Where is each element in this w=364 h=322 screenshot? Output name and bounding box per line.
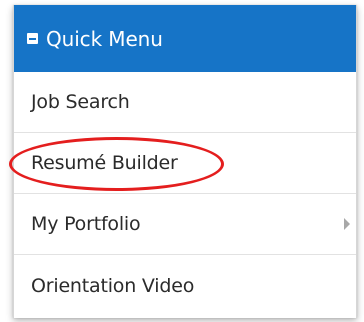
chevron-right-icon[interactable] — [344, 218, 350, 230]
quick-menu: Quick Menu Job Search Resumé Builder My … — [13, 5, 357, 318]
menu-item-label: Orientation Video — [31, 275, 195, 297]
menu-item-job-search[interactable]: Job Search — [14, 72, 356, 133]
quick-menu-title: Quick Menu — [46, 26, 163, 51]
menu-item-my-portfolio[interactable]: My Portfolio — [14, 194, 356, 255]
quick-menu-header[interactable]: Quick Menu — [14, 5, 356, 72]
menu-item-resume-builder[interactable]: Resumé Builder — [14, 133, 356, 194]
menu-item-label: Resumé Builder — [31, 151, 178, 174]
screenshot-stage: Quick Menu Job Search Resumé Builder My … — [0, 0, 364, 322]
menu-item-orientation-video[interactable]: Orientation Video — [14, 255, 356, 318]
collapse-minus-icon[interactable] — [27, 33, 38, 44]
menu-item-label: My Portfolio — [31, 212, 141, 235]
menu-item-label: Job Search — [31, 90, 130, 113]
